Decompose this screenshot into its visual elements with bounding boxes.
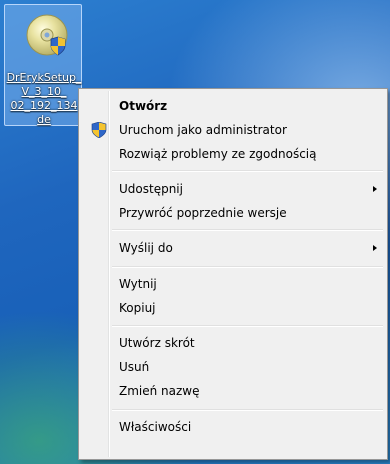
menu-item-cut[interactable]: Wytnij	[81, 273, 385, 295]
menu-item-label: Uruchom jako administrator	[119, 123, 287, 137]
context-menu: Otwórz Uruchom jako administrator Rozwią…	[78, 88, 388, 460]
menu-separator	[112, 409, 383, 411]
menu-item-troubleshoot-compatibility[interactable]: Rozwiąż problemy ze zgodnością	[81, 143, 385, 165]
desktop-file-icon[interactable]: DrErykSetup_V_3_10_ 02_192_134 de	[4, 4, 82, 126]
menu-item-label: Wyślij do	[119, 241, 173, 255]
file-name-line-1: DrErykSetup_V_3_10_	[6, 71, 82, 98]
menu-item-label: Zmień nazwę	[119, 384, 200, 398]
menu-item-label: Utwórz skrót	[119, 336, 195, 350]
menu-item-create-shortcut[interactable]: Utwórz skrót	[81, 332, 385, 354]
menu-separator	[112, 325, 383, 327]
setup-disc-icon	[26, 14, 68, 56]
menu-item-label: Udostępnij	[119, 182, 183, 196]
menu-item-label: Wytnij	[119, 277, 157, 291]
submenu-arrow-icon	[373, 245, 377, 251]
menu-item-label: Przywróć poprzednie wersje	[119, 206, 287, 220]
menu-item-copy[interactable]: Kopiuj	[81, 297, 385, 319]
file-name-line-3: de	[37, 113, 51, 126]
menu-item-rename[interactable]: Zmień nazwę	[81, 380, 385, 402]
menu-item-send-to[interactable]: Wyślij do	[81, 237, 385, 259]
menu-item-label: Usuń	[119, 360, 150, 374]
menu-item-open[interactable]: Otwórz	[81, 95, 385, 117]
uac-shield-icon	[91, 122, 107, 138]
menu-item-label: Otwórz	[119, 99, 168, 113]
menu-item-share[interactable]: Udostępnij	[81, 178, 385, 200]
menu-item-label: Właściwości	[119, 420, 192, 434]
menu-item-delete[interactable]: Usuń	[81, 356, 385, 378]
file-name-line-2: 02_192_134	[10, 99, 78, 112]
menu-separator	[112, 266, 383, 268]
file-name-label: DrErykSetup_V_3_10_ 02_192_134 de	[5, 71, 83, 127]
menu-separator	[112, 229, 383, 231]
menu-item-properties[interactable]: Właściwości	[81, 416, 385, 438]
menu-item-label: Kopiuj	[119, 301, 156, 315]
menu-item-restore-previous-versions[interactable]: Przywróć poprzednie wersje	[81, 202, 385, 224]
menu-separator	[112, 170, 383, 172]
menu-item-run-as-admin[interactable]: Uruchom jako administrator	[81, 119, 385, 141]
submenu-arrow-icon	[373, 186, 377, 192]
menu-item-label: Rozwiąż problemy ze zgodnością	[119, 147, 317, 161]
